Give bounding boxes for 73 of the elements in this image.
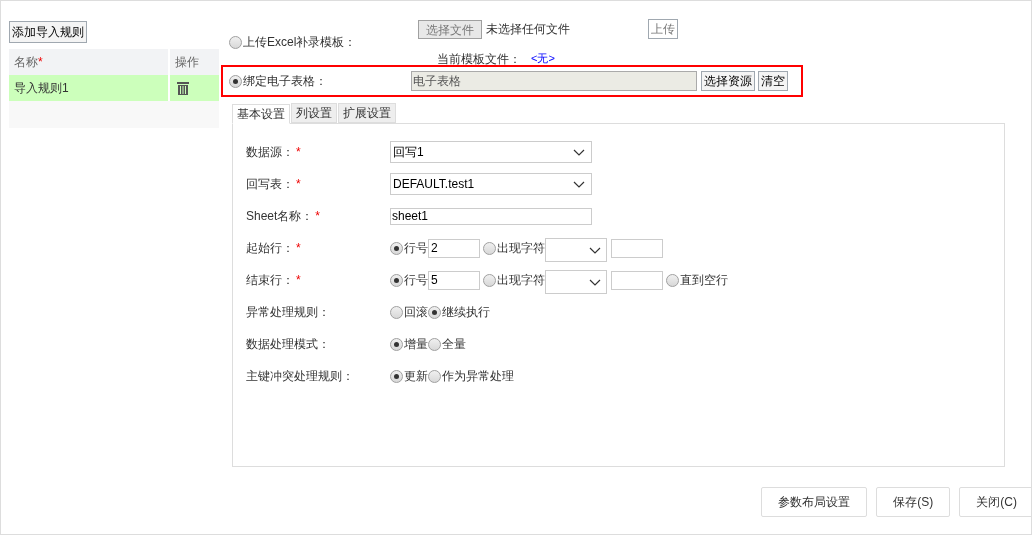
field-label: 异常处理规则： [246,304,330,321]
field-label: 主键冲突处理规则： [246,368,354,385]
radio-button[interactable] [428,369,441,383]
radio-button[interactable] [483,241,496,255]
field-label: 数据源： [246,144,294,161]
chevron-down-icon [573,148,585,156]
radio-label: 出现字符 [497,240,545,257]
radio-label: 继续执行 [442,304,490,321]
chevron-down-icon [573,180,585,188]
radio-label: 增量 [404,336,428,353]
radio-label: 回滚 [404,304,428,321]
dropdown[interactable] [545,270,607,294]
chevron-down-icon [589,246,601,254]
input-field[interactable]: 2 [428,238,480,258]
required-mark: * [296,144,301,161]
radio-label: 出现字符 [497,272,545,289]
radio-button[interactable] [666,273,679,287]
required-mark: * [296,176,301,193]
radio-label: 绑定电子表格： [243,73,327,90]
radio-label: 全量 [442,336,466,353]
radio-label: 行号 [404,272,428,289]
radio-button[interactable] [229,74,242,88]
column-header: 操作 [175,54,199,71]
choose-resource-button[interactable]: 选择资源 [701,71,755,91]
dropdown[interactable]: 回写1 [390,141,592,163]
radio-label: 更新 [404,368,428,385]
field-label: 数据处理模式： [246,336,330,353]
radio-button[interactable] [428,305,441,319]
radio-label: 行号 [404,240,428,257]
required-mark: * [315,208,321,225]
rule-row[interactable]: 导入规则1 [9,75,219,101]
radio-label: 直到空行 [680,272,728,289]
template-link[interactable]: <无> [531,50,555,67]
radio-label: 作为异常处理 [442,368,514,385]
input-field[interactable] [611,238,663,258]
dropdown[interactable] [545,238,607,262]
trash-icon[interactable] [177,81,189,95]
input-field[interactable]: 5 [428,270,480,290]
input-field[interactable] [611,270,663,290]
field-label: 起始行： [246,240,294,257]
clear-button[interactable]: 清空 [758,71,788,91]
radio-button[interactable] [390,337,403,351]
tab[interactable]: 列设置 [291,103,337,123]
required-mark: * [296,272,301,289]
radio-button[interactable] [390,241,403,255]
required-mark: * [296,240,301,257]
tab[interactable]: 扩展设置 [338,103,396,123]
footer-button[interactable]: 参数布局设置 [761,487,868,517]
current-template-label: 当前模板文件： [437,50,521,68]
footer-button[interactable]: 关闭(C) [959,487,1031,517]
spreadsheet-field[interactable]: 电子表格 [411,71,697,91]
radio-button[interactable] [428,337,441,351]
field-label: 结束行： [246,272,294,289]
radio-button[interactable] [483,273,496,287]
radio-button[interactable] [390,369,403,383]
tab[interactable]: 基本设置 [232,104,290,124]
input-field[interactable]: sheet1 [390,207,592,225]
add-rule-button[interactable]: 添加导入规则 [9,21,87,43]
radio-button[interactable] [229,35,242,49]
field-label: 回写表： [246,176,294,193]
choose-file-button[interactable]: 选择文件 [418,19,482,39]
file-status: 未选择任何文件 [486,21,571,38]
table-cell: 导入规则1 [9,75,170,101]
column-header: 名称 [14,54,38,71]
required-mark: * [38,54,43,71]
dropdown[interactable]: DEFAULT.test1 [390,173,592,195]
chevron-down-icon [589,278,601,286]
upload-button[interactable]: 上传 [648,19,678,39]
radio-button[interactable] [390,305,403,319]
field-label: Sheet名称： [246,208,314,225]
radio-label: 上传Excel补录模板： [243,34,357,51]
radio-button[interactable] [390,273,403,287]
footer-button[interactable]: 保存(S) [876,487,951,517]
